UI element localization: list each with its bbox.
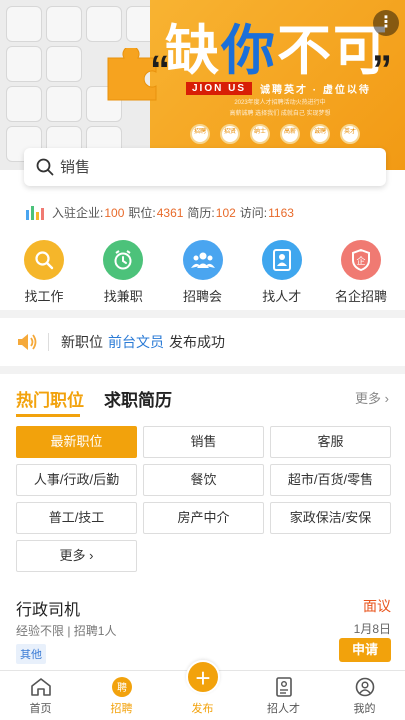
bar-chart-icon (26, 205, 44, 220)
apply-button[interactable]: 申请 (339, 638, 391, 662)
notice-bar[interactable]: 新职位 前台文员 发布成功 (0, 318, 405, 366)
job-date: 1月8日 (353, 622, 391, 636)
banner-circle: 诚聘 (310, 124, 330, 144)
banner-title: 缺你不可 (165, 18, 389, 82)
group-icon (182, 240, 223, 280)
nav-mine[interactable]: 我的 (324, 671, 405, 720)
notice-job-link[interactable]: 前台文员 (108, 332, 164, 352)
banner-circle: 高薪 (280, 124, 300, 144)
banner-line-2: 高薪诚聘 选择我们 成就自己 实现梦想 (229, 111, 331, 117)
svg-text:聘: 聘 (117, 681, 127, 694)
svg-text:企: 企 (356, 255, 365, 267)
jion-us-tag: JION US (186, 81, 253, 95)
tab-resumes[interactable]: 求职简历 (104, 386, 172, 411)
category-service[interactable]: 客服 (270, 426, 391, 458)
category-housekeeping[interactable]: 家政保洁/安保 (270, 502, 391, 534)
resume-icon (273, 676, 295, 698)
banner-line: 2023年度人才招聘活动火热进行中 (234, 100, 326, 106)
category-retail[interactable]: 超市/百货/零售 (270, 464, 391, 496)
visits-count: 1163 (268, 205, 294, 220)
recruit-badge-icon: 聘 (111, 676, 133, 698)
category-sales[interactable]: 销售 (143, 426, 264, 458)
job-tag: 其他 (16, 644, 46, 664)
nav-home-label: 首页 (29, 703, 52, 715)
category-grid: 最新职位 销售 客服 人事/行政/后勤 餐饮 超市/百货/零售 普工/技工 房产… (16, 426, 392, 572)
banner-circle: 招聘 (190, 124, 210, 144)
banner[interactable]: 缺你不可 “ ” JION US 诚聘英才 · 虚位以待 2023年度人才招聘活… (0, 0, 405, 170)
banner-slogan-row: JION US 诚聘英才 · 虚位以待 (186, 80, 371, 96)
banner-circles: 招聘 招贤 纳士 高薪 诚聘 英才 (190, 124, 360, 144)
speaker-icon (18, 334, 37, 350)
category-hr[interactable]: 人事/行政/后勤 (16, 464, 137, 496)
category-worker[interactable]: 普工/技工 (16, 502, 137, 534)
jobs-tabs: 热门职位 求职简历 (16, 386, 172, 417)
category-more[interactable]: 更多 › (16, 540, 137, 572)
quick-famous-company[interactable]: 企 名企招聘 (329, 240, 393, 305)
job-salary: 面议 (363, 598, 391, 614)
notice-prefix: 新职位 (61, 334, 103, 350)
job-title[interactable]: 行政司机 (16, 596, 80, 620)
quick-find-job[interactable]: 找工作 (12, 240, 76, 305)
quick-label: 找兼职 (103, 289, 143, 304)
search-icon (36, 158, 54, 176)
quick-label: 找人才 (262, 289, 302, 304)
publish-plus-button[interactable]: + (186, 660, 220, 694)
shield-icon: 企 (341, 240, 381, 280)
banner-circle: 招贤 (220, 124, 240, 144)
companies-label: 入驻企业: (52, 206, 104, 220)
quick-job-fair[interactable]: 招聘会 (171, 240, 235, 305)
person-card-icon (261, 240, 302, 280)
search-bar[interactable] (24, 148, 386, 186)
tab-hot-jobs[interactable]: 热门职位 (16, 386, 84, 417)
quick-find-talent[interactable]: 找人才 (250, 240, 314, 305)
nav-recruit-label: 招聘 (110, 703, 133, 715)
quick-entries: 找工作 找兼职 招聘会 找人才 企 名企招聘 (12, 240, 393, 305)
notice-suffix: 发布成功 (169, 334, 225, 350)
banner-slogan: 诚聘英才 · 虚位以待 (260, 84, 371, 96)
nav-home[interactable]: 首页 (0, 671, 81, 720)
category-catering[interactable]: 餐饮 (143, 464, 264, 496)
notice-divider (48, 333, 49, 351)
category-realestate[interactable]: 房产中介 (143, 502, 264, 534)
search-input[interactable] (60, 158, 360, 176)
resumes-label: 简历: (187, 206, 215, 220)
banner-circle: 纳士 (250, 124, 270, 144)
jobs-label: 职位: (128, 206, 156, 220)
nav-mine-label: 我的 (353, 703, 376, 715)
resumes-count: 102 (215, 205, 236, 220)
visits-label: 访问: (239, 206, 268, 220)
search-icon (24, 240, 64, 280)
more-dots-icon[interactable]: ⋮ (373, 10, 399, 36)
quick-label: 名企招聘 (334, 289, 387, 304)
banner-quote-left: “ (150, 48, 170, 92)
banner-quote-right: ” (372, 48, 392, 92)
nav-recruit[interactable]: 聘 招聘 (81, 671, 162, 720)
quick-label: 招聘会 (182, 289, 222, 304)
site-stats: 入驻企业: 100 职位: 4361 简历: 102 访问: 1163 (26, 204, 298, 221)
home-icon (30, 676, 52, 698)
jobs-count: 4361 (156, 205, 184, 220)
nav-publish-label: 发布 (191, 703, 214, 715)
clock-icon (103, 240, 144, 280)
job-meta: 经验不限 | 招聘1人 (16, 624, 117, 638)
jobs-section: 热门职位 求职简历 更多 › 最新职位 销售 客服 人事/行政/后勤 餐饮 超市… (0, 374, 405, 674)
more-link[interactable]: 更多 › (355, 388, 389, 407)
user-icon (354, 676, 376, 698)
category-latest[interactable]: 最新职位 (16, 426, 137, 458)
nav-talent[interactable]: 招人才 (243, 671, 324, 720)
banner-circle: 英才 (340, 124, 360, 144)
nav-talent-label: 招人才 (267, 703, 300, 715)
companies-count: 100 (104, 205, 125, 220)
quick-label: 找工作 (24, 289, 64, 304)
quick-find-parttime[interactable]: 找兼职 (91, 240, 155, 305)
